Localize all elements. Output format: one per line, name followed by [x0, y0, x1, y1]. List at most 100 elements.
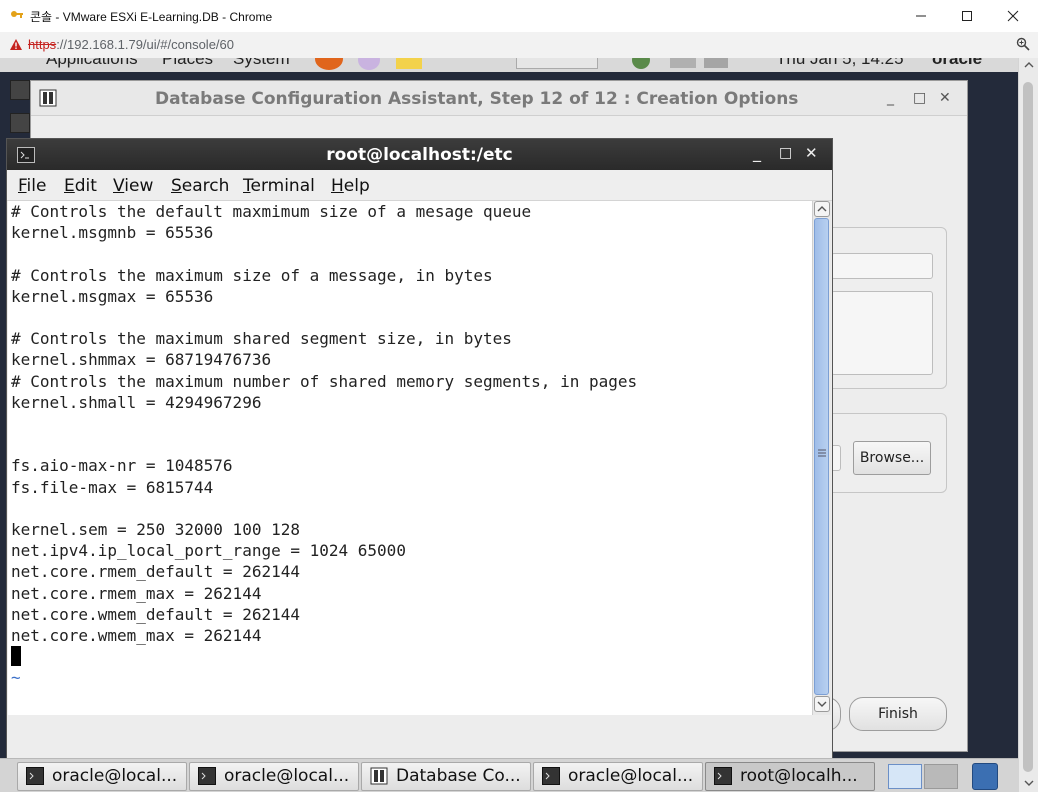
firefox-icon[interactable] [315, 58, 343, 70]
menu-terminal[interactable]: Terminal [243, 176, 315, 196]
terminal-icon [198, 767, 216, 785]
browser-title: 콘솔 - VMware ESXi E-Learning.DB - Chrome [30, 10, 273, 24]
dbca-titlebar[interactable]: Database Configuration Assistant, Step 1… [31, 81, 967, 116]
panel-applet-box [516, 58, 598, 69]
terminal-line: net.core.rmem_default = 262144 [11, 562, 300, 582]
terminal-line: kernel.shmmax = 68719476736 [11, 350, 272, 370]
finish-button[interactable]: Finish [849, 697, 947, 731]
terminal-content[interactable]: # Controls the default maxmimum size of … [8, 201, 813, 715]
terminal-line: # Controls the maximum size of a message… [11, 265, 493, 285]
text-field[interactable] [831, 253, 933, 279]
panel-places[interactable]: Places [162, 58, 213, 69]
menu-file[interactable]: File [18, 176, 46, 196]
close-button[interactable] [990, 0, 1036, 32]
chevron-up-icon [817, 206, 827, 212]
panel-system[interactable]: System [233, 58, 290, 69]
task-oracle-terminal-2[interactable]: oracle@local... [189, 762, 359, 791]
terminal-icon [26, 767, 44, 785]
close-icon [1007, 10, 1019, 22]
task-dbca[interactable]: Database Co... [361, 762, 531, 791]
terminal-line: kernel.msgmnb = 65536 [11, 223, 214, 243]
dbca-maximize-button[interactable]: □ [913, 90, 926, 106]
url-text[interactable]: https://192.168.1.79/ui/#/console/60 [28, 37, 234, 52]
browser-titlebar: 콘솔 - VMware ESXi E-Learning.DB - Chrome [0, 0, 1038, 33]
page-scrollbar[interactable] [1018, 58, 1038, 792]
scroll-up-arrow[interactable] [814, 201, 830, 217]
terminal-line: fs.file-max = 6815744 [11, 477, 214, 497]
terminal-line: # Controls the maximum number of shared … [11, 371, 638, 391]
database-icon [370, 767, 388, 785]
terminal-scrollbar[interactable] [812, 201, 831, 715]
workspace-switcher-2[interactable] [924, 764, 958, 789]
zoom-icon[interactable] [1016, 37, 1030, 51]
terminal-minimize-button[interactable]: _ [753, 143, 761, 162]
monitor-icon[interactable] [704, 58, 728, 68]
terminal-close-button[interactable]: ✕ [805, 144, 818, 162]
browse-button[interactable]: Browse... [853, 441, 931, 475]
page-scroll-thumb[interactable] [1023, 82, 1033, 772]
terminal-icon [542, 767, 560, 785]
minimize-icon [916, 15, 926, 17]
terminal-icon [714, 767, 732, 785]
taskbar: oracle@local... oracle@local... Database… [0, 758, 1018, 792]
minimize-button[interactable] [898, 0, 944, 32]
database-icon [39, 89, 57, 107]
text-area[interactable] [831, 291, 933, 375]
scroll-down-arrow[interactable] [814, 696, 830, 712]
terminal-titlebar[interactable]: root@localhost:/etc _ □ ✕ [7, 139, 832, 170]
terminal-line: net.core.wmem_max = 262144 [11, 626, 262, 646]
terminal-line: # Controls the maximum shared segment si… [11, 329, 512, 349]
workspace-switcher-1[interactable] [888, 764, 922, 789]
terminal-title: root@localhost:/etc [326, 145, 513, 165]
chevron-down-icon [817, 701, 827, 707]
help-icon[interactable] [358, 58, 380, 70]
network-icon[interactable] [632, 58, 650, 69]
task-oracle-terminal-1[interactable]: oracle@local... [17, 762, 187, 791]
maximize-button[interactable] [944, 0, 990, 32]
menu-edit[interactable]: Edit [64, 176, 97, 196]
terminal-line: kernel.shmall = 4294967296 [11, 392, 262, 412]
terminal-icon [10, 80, 30, 100]
task-root-terminal[interactable]: root@localh... [705, 762, 875, 791]
chevron-up-icon[interactable] [1024, 62, 1034, 68]
gnome-top-panel: Applications Places System Thu Jan 5, 14… [0, 58, 1018, 72]
notes-icon[interactable] [396, 58, 422, 69]
terminal-line: kernel.msgmax = 65536 [11, 286, 214, 306]
vim-tilde-line: ~ [11, 668, 21, 688]
volume-icon[interactable] [670, 58, 696, 68]
scroll-thumb[interactable] [814, 218, 829, 695]
text-cursor [11, 646, 21, 667]
address-bar[interactable]: https://192.168.1.79/ui/#/console/60 [0, 32, 1038, 59]
menu-help[interactable]: Help [331, 176, 370, 196]
terminal-window: root@localhost:/etc _ □ ✕ File Edit View… [6, 138, 833, 780]
key-icon [11, 11, 23, 18]
panel-applications[interactable]: Applications [46, 58, 138, 69]
dbca-close-button[interactable]: ✕ [939, 90, 951, 106]
terminal-line: kernel.sem = 250 32000 100 128 [11, 520, 300, 540]
menu-view[interactable]: View [113, 176, 153, 196]
terminal-line: fs.aio-max-nr = 1048576 [11, 456, 233, 476]
terminal-maximize-button[interactable]: □ [779, 145, 792, 161]
terminal-icon [10, 113, 30, 133]
terminal-menubar: File Edit View Search Terminal Help [7, 170, 832, 201]
menu-search[interactable]: Search [171, 176, 229, 196]
terminal-line: net.ipv4.ip_local_port_range = 1024 6500… [11, 541, 406, 561]
panel-clock[interactable]: Thu Jan 5, 14:25 [776, 58, 904, 69]
warning-icon[interactable] [9, 38, 23, 51]
terminal-line: net.core.wmem_default = 262144 [11, 604, 300, 624]
terminal-line: # Controls the default maxmimum size of … [11, 202, 532, 221]
terminal-line: net.core.rmem_max = 262144 [11, 583, 262, 603]
dbca-title: Database Configuration Assistant, Step 1… [155, 89, 799, 109]
dbca-minimize-button[interactable]: _ [887, 90, 894, 106]
grip-icon [818, 449, 826, 457]
panel-user[interactable]: oracle [932, 58, 982, 69]
trash-icon[interactable] [972, 763, 998, 790]
task-oracle-terminal-3[interactable]: oracle@local... [533, 762, 703, 791]
chevron-down-icon[interactable] [1024, 780, 1034, 786]
remote-desktop[interactable]: Applications Places System Thu Jan 5, 14… [0, 58, 1038, 792]
